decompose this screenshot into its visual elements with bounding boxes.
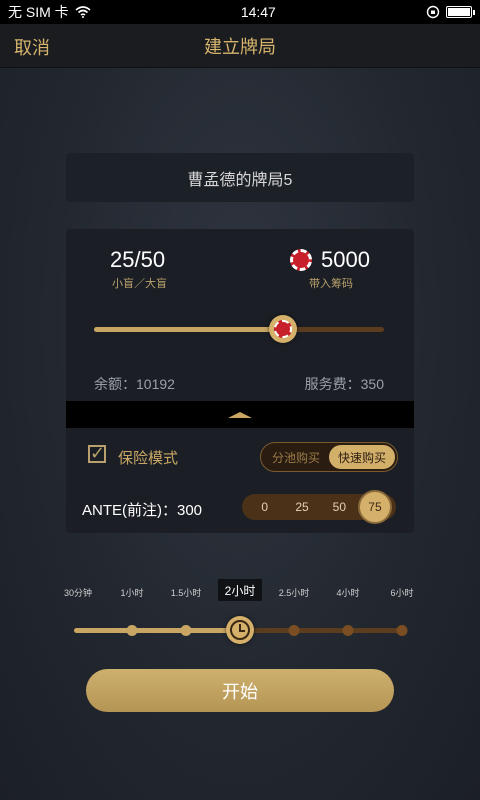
- buyin-slider-thumb[interactable]: [268, 315, 297, 343]
- settings-panel: 25/50 小盲／大盲 5000 带入筹码 余额：10192 服务费：350 ✓…: [66, 229, 414, 533]
- status-left: 无 SIM 卡: [8, 2, 91, 22]
- duration-dot[interactable]: [342, 625, 354, 636]
- duration-selected-bubble: 2小时: [218, 579, 262, 601]
- battery-icon: [446, 6, 475, 18]
- duration-dot[interactable]: [288, 625, 300, 636]
- page-title: 建立牌局: [204, 36, 276, 57]
- chevron-up-icon[interactable]: [228, 411, 252, 418]
- buyin-slider-fill: [94, 327, 283, 332]
- checkmark-icon: ✓: [90, 443, 106, 463]
- game-name-field[interactable]: 曹孟德的牌局5: [66, 153, 414, 202]
- clock-icon: [230, 620, 250, 640]
- status-bar: 无 SIM 卡 14:47: [0, 0, 480, 24]
- collapse-bar[interactable]: [66, 401, 414, 428]
- ante-option-25[interactable]: 25: [283, 500, 320, 514]
- duration-label-1-5h[interactable]: 1.5小时: [171, 586, 202, 599]
- insurance-checkbox[interactable]: ✓: [88, 443, 106, 463]
- service-fee-text: 服务费：350: [304, 376, 384, 392]
- duration-label-2-5h[interactable]: 2.5小时: [279, 586, 310, 599]
- insurance-option-quick[interactable]: 快速购买: [329, 445, 395, 469]
- duration-slider-thumb[interactable]: [226, 616, 254, 644]
- balance-text: 余额：10192: [94, 376, 175, 392]
- blinds-value: 25/50: [110, 247, 166, 272]
- duration-label-1h[interactable]: 1小时: [120, 586, 143, 599]
- duration-label-6h[interactable]: 6小时: [390, 586, 413, 599]
- ante-option-75[interactable]: 75: [357, 490, 392, 524]
- wifi-icon: [75, 6, 91, 18]
- ante-option-50[interactable]: 50: [321, 500, 358, 514]
- insurance-option-split[interactable]: 分池购买: [263, 445, 329, 469]
- duration-dot[interactable]: [396, 625, 408, 636]
- status-time: 14:47: [240, 4, 276, 20]
- buyin-slider[interactable]: [94, 315, 384, 343]
- nav-bar: 取消 建立牌局: [0, 24, 480, 68]
- status-right: [426, 5, 475, 19]
- start-button[interactable]: 开始: [86, 669, 394, 712]
- duration-label-30min[interactable]: 30分钟: [64, 586, 92, 599]
- duration-label-4h[interactable]: 4小时: [336, 586, 359, 599]
- blinds-label: 小盲／大盲: [112, 278, 167, 290]
- insurance-label: 保险模式: [118, 450, 179, 467]
- duration-slider[interactable]: [74, 616, 408, 644]
- insurance-mode-toggle: 分池购买 快速购买: [260, 442, 398, 472]
- duration-slider-fill: [74, 628, 240, 633]
- buyin-label: 带入筹码: [309, 278, 353, 290]
- carrier-text: 无 SIM 卡: [8, 4, 69, 20]
- ante-option-0[interactable]: 0: [246, 500, 283, 514]
- buyin-value: 5000: [321, 247, 370, 272]
- duration-dot[interactable]: [180, 625, 192, 636]
- ante-selector: 0 25 50 75: [242, 490, 396, 524]
- ante-label: ANTE(前注)：300: [82, 502, 203, 519]
- chip-icon: [273, 320, 292, 338]
- cancel-button[interactable]: 取消: [14, 34, 50, 60]
- orientation-lock-icon: [426, 5, 440, 19]
- chip-icon: [290, 249, 312, 271]
- duration-dot[interactable]: [126, 625, 138, 636]
